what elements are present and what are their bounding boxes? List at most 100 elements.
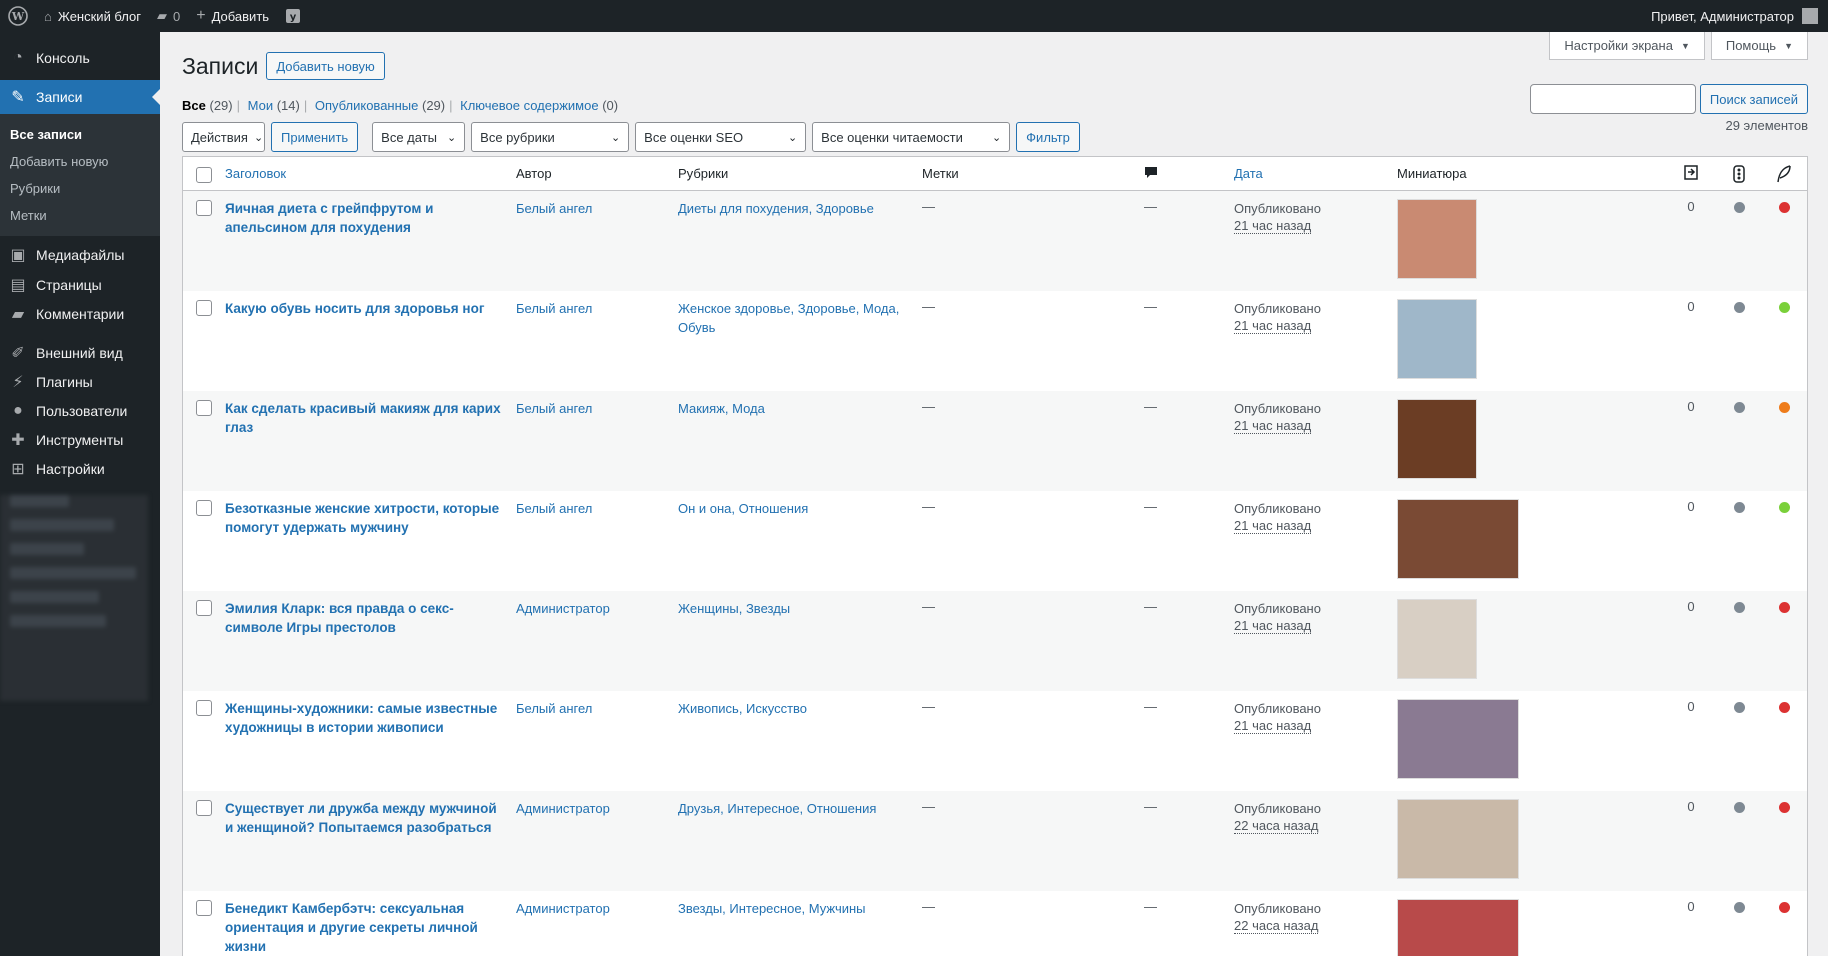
column-title-header[interactable]: Заголовок <box>225 166 516 181</box>
category-filter-select[interactable]: Все рубрики ⌄ <box>471 122 630 152</box>
items-count: 29 элементов <box>1725 118 1808 133</box>
search-input[interactable] <box>1529 84 1696 114</box>
row-checkbox[interactable] <box>183 499 225 516</box>
feather-icon <box>1777 164 1791 182</box>
submenu-tags[interactable]: Метки <box>0 202 160 229</box>
column-author-header: Автор <box>516 166 552 181</box>
sidebar-item-users[interactable]: ● Пользователи <box>0 396 160 425</box>
view-published[interactable]: Опубликованные (29) <box>315 98 445 113</box>
row-checkbox[interactable] <box>183 599 225 616</box>
column-date-header[interactable]: Дата <box>1234 166 1397 181</box>
post-title-link[interactable]: Существует ли дружба между мужчиной и же… <box>225 801 497 835</box>
post-author-link[interactable]: Белый ангел <box>516 701 592 716</box>
search-posts-button[interactable]: Поиск записей <box>1699 84 1808 114</box>
sidebar-item-tools[interactable]: ✚ Инструменты <box>0 425 160 454</box>
post-thumbnail[interactable] <box>1397 499 1519 579</box>
post-comments: — <box>1144 299 1157 314</box>
yoast-icon[interactable]: y <box>277 0 309 32</box>
post-categories-link[interactable]: Макияж, Мода <box>678 401 765 416</box>
sidebar-item-appearance[interactable]: ✐ Внешний вид <box>0 338 160 367</box>
post-author-link[interactable]: Белый ангел <box>516 301 592 316</box>
row-checkbox[interactable] <box>183 399 225 416</box>
post-author-link[interactable]: Администратор <box>516 601 610 616</box>
post-categories-link[interactable]: Он и она, Отношения <box>678 501 808 516</box>
post-author-link[interactable]: Администратор <box>516 801 610 816</box>
post-categories-link[interactable]: Живопись, Искусство <box>678 701 807 716</box>
seo-filter-select[interactable]: Все оценки SEO ⌄ <box>635 122 807 152</box>
post-thumbnail[interactable] <box>1397 399 1477 479</box>
submenu-categories[interactable]: Рубрики <box>0 175 160 202</box>
column-links-header[interactable] <box>1667 163 1715 184</box>
view-mine[interactable]: Мои (14) <box>248 98 300 113</box>
filter-button[interactable]: Фильтр <box>1016 122 1080 152</box>
plugin-icon: ⚡ <box>12 373 24 391</box>
column-comments-header[interactable] <box>1144 165 1234 182</box>
sidebar-item-plugins[interactable]: ⚡ Плагины <box>0 367 160 396</box>
select-all-checkbox[interactable] <box>183 165 225 183</box>
row-checkbox[interactable] <box>183 799 225 816</box>
sidebar-item-posts[interactable]: ✎ Записи <box>0 80 160 114</box>
post-categories-link[interactable]: Звезды, Интересное, Мужчины <box>678 901 866 916</box>
post-date: 21 час назад <box>1234 218 1312 234</box>
admin-sidebar: ◔ Консоль ✎ Записи Все записи Добавить н… <box>0 32 160 956</box>
table-header: Заголовок Автор Рубрики Метки Дата Миниа… <box>183 157 1807 191</box>
site-name-link[interactable]: ⌂ Женский блог <box>36 0 149 32</box>
view-cornerstone[interactable]: Ключевое содержимое (0) <box>460 98 618 113</box>
comments-link[interactable]: ▰ 0 <box>149 0 188 32</box>
post-date: 21 час назад <box>1234 318 1312 334</box>
post-categories-link[interactable]: Друзья, Интересное, Отношения <box>678 801 876 816</box>
readability-filter-select[interactable]: Все оценки читаемости ⌄ <box>812 122 1011 152</box>
post-title-link[interactable]: Безотказные женские хитрости, которые по… <box>225 501 499 535</box>
help-button[interactable]: Помощь ▼ <box>1710 32 1808 60</box>
submenu-all-posts[interactable]: Все записи <box>0 121 160 148</box>
bulk-actions-select[interactable]: Действия ⌄ <box>182 122 265 152</box>
column-seo-header[interactable] <box>1763 164 1805 183</box>
post-author-link[interactable]: Белый ангел <box>516 201 592 216</box>
post-title-link[interactable]: Эмилия Кларк: вся правда о секс-символе … <box>225 601 454 635</box>
sidebar-item-pages[interactable]: ▤ Страницы <box>0 270 160 299</box>
post-title-link[interactable]: Бенедикт Камбербэтч: сексуальная ориента… <box>225 901 478 954</box>
post-thumbnail[interactable] <box>1397 299 1477 379</box>
post-author-link[interactable]: Белый ангел <box>516 501 592 516</box>
post-thumbnail[interactable] <box>1397 599 1477 679</box>
screen-options-button[interactable]: Настройки экрана ▼ <box>1549 32 1705 60</box>
new-content-link[interactable]: + Добавить <box>188 0 277 32</box>
date-filter-select[interactable]: Все даты ⌄ <box>372 122 466 152</box>
apply-button[interactable]: Применить <box>271 122 359 152</box>
post-links-count: 0 <box>1687 699 1695 714</box>
post-title-link[interactable]: Какую обувь носить для здоровья ног <box>225 301 484 316</box>
post-categories-link[interactable]: Женщины, Звезды <box>678 601 790 616</box>
sidebar-item-media[interactable]: ▣ Медиафайлы <box>0 240 160 270</box>
readability-score-dot <box>1733 802 1745 813</box>
post-thumbnail[interactable] <box>1397 899 1519 956</box>
row-checkbox[interactable] <box>183 899 225 916</box>
post-title-link[interactable]: Женщины-художники: самые известные худож… <box>225 701 497 735</box>
view-all[interactable]: Все (29) <box>182 98 233 113</box>
sidebar-item-dashboard[interactable]: ◔ Консоль <box>0 41 160 75</box>
row-checkbox[interactable] <box>183 699 225 716</box>
submenu-add-new[interactable]: Добавить новую <box>0 148 160 175</box>
main-content: Настройки экрана ▼ Помощь ▼ Записи Добавит… <box>160 32 1828 956</box>
post-categories-link[interactable]: Женское здоровье, Здоровье, Мода, Обувь <box>678 301 899 335</box>
post-tags: — <box>922 499 935 514</box>
post-author-link[interactable]: Администратор <box>516 901 610 916</box>
post-thumbnail[interactable] <box>1397 799 1519 879</box>
post-title-link[interactable]: Яичная диета с грейпфрутом и апельсином … <box>225 201 433 235</box>
post-thumbnail[interactable] <box>1397 199 1477 279</box>
settings-icon: ⊞ <box>11 460 25 478</box>
add-new-post-button[interactable]: Добавить новую <box>266 52 385 80</box>
wordpress-logo-icon[interactable]: W <box>0 0 36 32</box>
sidebar-item-comments[interactable]: ▰ Комментарии <box>0 299 160 328</box>
post-author-link[interactable]: Белый ангел <box>516 401 592 416</box>
post-categories-link[interactable]: Диеты для похудения, Здоровье <box>678 201 874 216</box>
readability-score-dot <box>1733 302 1745 313</box>
post-title-link[interactable]: Как сделать красивый макияж для карих гл… <box>225 401 501 435</box>
column-readability-header[interactable] <box>1715 164 1763 183</box>
sidebar-item-settings[interactable]: ⊞ Настройки <box>0 454 160 483</box>
seo-score-dot <box>1778 302 1790 313</box>
post-thumbnail[interactable] <box>1397 699 1519 779</box>
row-checkbox[interactable] <box>183 199 225 216</box>
post-links-count: 0 <box>1687 799 1695 814</box>
my-account[interactable]: Привет, Администратор <box>1651 8 1828 24</box>
row-checkbox[interactable] <box>183 299 225 316</box>
